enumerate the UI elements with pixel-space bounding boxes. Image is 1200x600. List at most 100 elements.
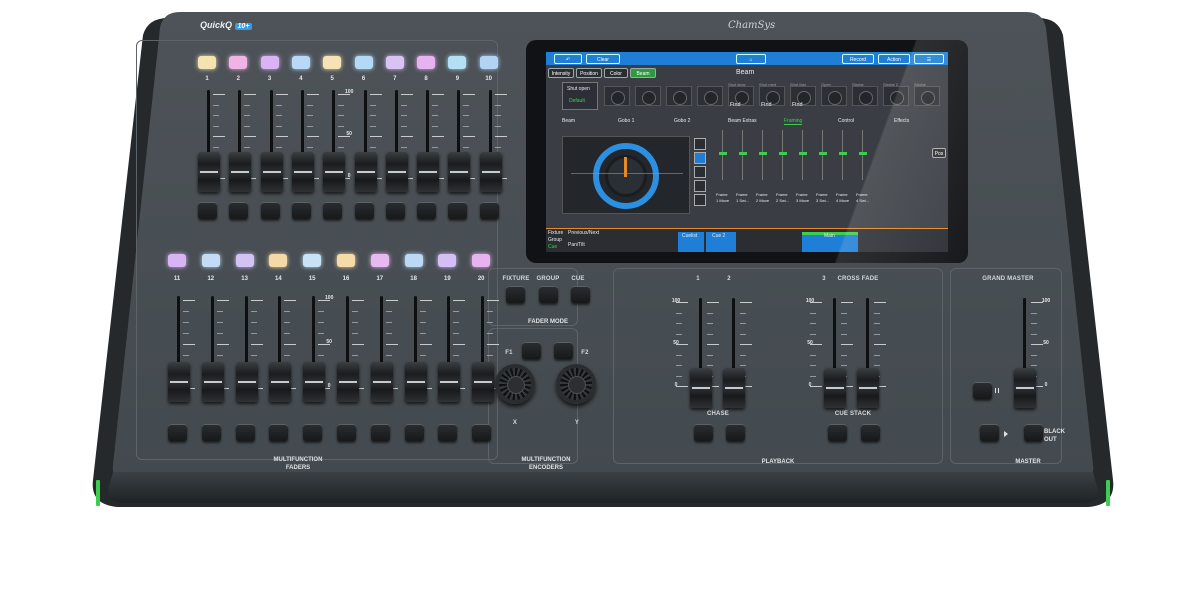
fader-button-3[interactable] [260, 202, 280, 219]
select-button-18[interactable] [404, 254, 423, 267]
fader-knob-15[interactable] [303, 362, 326, 402]
fader-knob-14[interactable] [269, 362, 292, 402]
fixture-button[interactable] [506, 286, 525, 303]
fader-knob-17[interactable] [370, 362, 393, 402]
main-tile[interactable]: Main [802, 232, 858, 252]
action-button[interactable]: Action [878, 54, 910, 64]
record-button[interactable]: Record [842, 54, 874, 64]
select-button-11[interactable] [168, 254, 186, 267]
side-tab-cue[interactable]: Cue [548, 244, 557, 250]
preset-dial-4[interactable] [697, 86, 723, 106]
select-button-3[interactable] [260, 56, 279, 69]
framing-widget[interactable] [562, 136, 690, 214]
subtab-0[interactable]: Beam [562, 118, 575, 124]
shut-open-preset[interactable]: Shut open Default [562, 82, 598, 110]
f1-button[interactable] [522, 342, 541, 359]
select-button-8[interactable] [417, 56, 436, 69]
preset-dial-10[interactable] [883, 86, 909, 106]
f2-button[interactable] [554, 342, 573, 359]
preset-dial-3[interactable] [666, 86, 692, 106]
select-button-16[interactable] [337, 254, 355, 267]
preset-dial-8[interactable] [821, 86, 847, 106]
playback-fader-knob-3[interactable] [824, 368, 846, 408]
subtab-5[interactable]: Control [838, 118, 854, 124]
home-button[interactable]: ⌂ [736, 54, 766, 64]
preset-dial-9[interactable] [852, 86, 878, 106]
fader-button-6[interactable] [354, 202, 374, 219]
clear-button[interactable]: Clear [586, 54, 620, 64]
fader-button-19[interactable] [438, 424, 458, 441]
play-button[interactable] [980, 424, 999, 441]
fader-knob-3[interactable] [260, 152, 283, 192]
fader-knob-6[interactable] [354, 152, 377, 192]
tab-position[interactable]: Position [576, 68, 602, 78]
fader-knob-13[interactable] [235, 362, 258, 402]
fader-button-20[interactable] [472, 424, 492, 441]
back-button[interactable]: ↶ [554, 54, 582, 64]
fader-button-15[interactable] [303, 424, 323, 441]
pos-button[interactable]: Pos [932, 148, 946, 158]
select-button-7[interactable] [385, 56, 404, 69]
select-button-6[interactable] [354, 56, 373, 69]
fader-button-5[interactable] [323, 202, 343, 219]
cue-stack-button-2[interactable] [861, 424, 880, 441]
cue-button[interactable] [571, 286, 590, 303]
chase-button-2[interactable] [726, 424, 745, 441]
gear-icon[interactable] [694, 194, 706, 206]
chase-button-1[interactable] [694, 424, 713, 441]
cuelist-tile[interactable]: Cuelist [678, 232, 704, 252]
cue-stack-button-1[interactable] [828, 424, 847, 441]
frame-slider-2[interactable] [738, 130, 748, 180]
fader-knob-12[interactable] [201, 362, 224, 402]
select-button-19[interactable] [438, 254, 457, 267]
fader-button-1[interactable] [198, 202, 217, 219]
preset-dial-11[interactable] [914, 86, 940, 106]
fader-knob-11[interactable] [168, 362, 190, 402]
select-button-13[interactable] [235, 254, 254, 267]
frame-slider-7[interactable] [838, 130, 848, 180]
fader-knob-16[interactable] [337, 362, 359, 402]
fader-button-7[interactable] [385, 202, 405, 219]
option-pan-tilt[interactable]: Pan/Tilt [568, 242, 585, 248]
fader-knob-2[interactable] [229, 152, 252, 192]
fader-button-4[interactable] [291, 202, 311, 219]
frame-slider-1[interactable] [718, 130, 728, 180]
fader-button-12[interactable] [201, 424, 221, 441]
fader-knob-19[interactable] [438, 362, 461, 402]
fader-knob-20[interactable] [472, 362, 495, 402]
fader-knob-8[interactable] [417, 152, 440, 192]
select-button-15[interactable] [303, 254, 322, 267]
preset-dial-1[interactable] [604, 86, 630, 106]
frame-slider-8[interactable] [858, 130, 868, 180]
fader-button-8[interactable] [417, 202, 437, 219]
tab-intensity[interactable]: Intensity [548, 68, 574, 78]
encoder-y[interactable] [556, 364, 596, 404]
tab-beam[interactable]: Beam [630, 68, 656, 78]
encoder-x[interactable] [495, 364, 535, 404]
move-icon[interactable] [694, 138, 706, 150]
fader-button-11[interactable] [168, 424, 187, 441]
blackout-button[interactable] [1024, 424, 1043, 441]
subtab-6[interactable]: Effects [894, 118, 909, 124]
fader-button-2[interactable] [229, 202, 249, 219]
fader-knob-9[interactable] [448, 152, 471, 192]
select-button-10[interactable] [479, 56, 498, 69]
frame-slider-5[interactable] [798, 130, 808, 180]
frame-slider-6[interactable] [818, 130, 828, 180]
select-button-12[interactable] [201, 254, 220, 267]
select-button-14[interactable] [269, 254, 288, 267]
fader-button-10[interactable] [479, 202, 499, 219]
fader-button-16[interactable] [337, 424, 356, 441]
group-button[interactable] [539, 286, 558, 303]
subtab-3[interactable]: Beam Extras [728, 118, 757, 124]
fader-button-9[interactable] [448, 202, 468, 219]
option-previous-next[interactable]: Previous/Next [568, 230, 599, 236]
fader-knob-10[interactable] [479, 152, 502, 192]
preset-dial-2[interactable] [635, 86, 661, 106]
fader-button-17[interactable] [370, 424, 390, 441]
crosshair-icon[interactable] [694, 152, 706, 164]
select-button-17[interactable] [370, 254, 389, 267]
fader-knob-5[interactable] [323, 152, 346, 192]
grand-master-knob[interactable] [1014, 368, 1036, 408]
playback-fader-knob-4[interactable] [857, 368, 879, 408]
